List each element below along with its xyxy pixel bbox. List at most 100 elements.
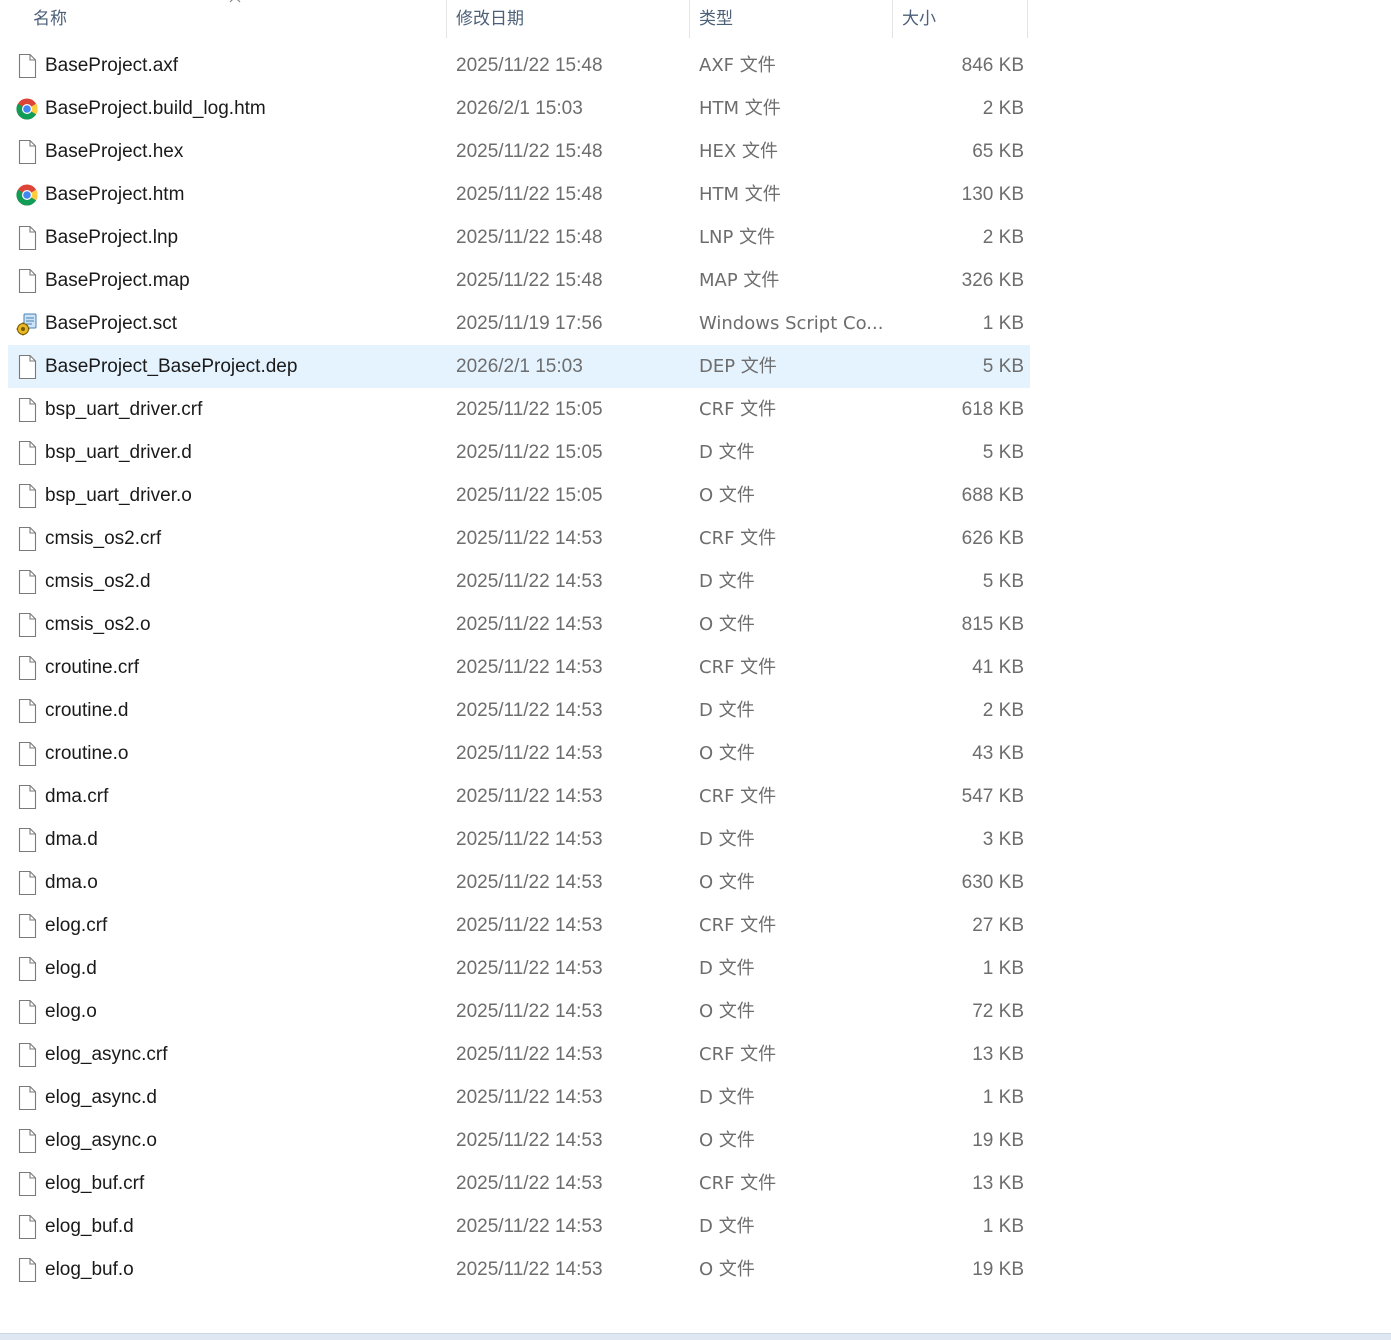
- file-date-modified: 2025/11/22 14:53: [456, 829, 603, 850]
- file-row[interactable]: elog_async.d 2025/11/22 14:53 D 文件 1 KB: [8, 1076, 1030, 1119]
- file-row[interactable]: cmsis_os2.crf 2025/11/22 14:53 CRF 文件 626 K…: [8, 517, 1030, 560]
- file-row[interactable]: bsp_uart_driver.d 2025/11/22 15:05 D 文件 5 K…: [8, 431, 1030, 474]
- file-name: BaseProject.hex: [45, 141, 184, 162]
- file-icon: [16, 1171, 38, 1197]
- file-size: 13 KB: [972, 1173, 1024, 1194]
- file-date-modified: 2025/11/22 15:48: [456, 141, 603, 162]
- file-row[interactable]: elog_buf.crf 2025/11/22 14:53 CRF 文件 13 KB: [8, 1162, 1030, 1205]
- file-type: O 文件: [699, 1001, 755, 1022]
- status-bar-edge: [0, 1333, 1391, 1340]
- file-explorer-details-view: 名称 修改日期 类型 大小 BaseProject.axf 2025/11/22 …: [0, 0, 1391, 1340]
- file-name: bsp_uart_driver.d: [45, 442, 192, 463]
- script-icon: [16, 311, 38, 337]
- column-header-date-modified[interactable]: 修改日期: [447, 0, 690, 38]
- file-type: O 文件: [699, 872, 755, 893]
- file-icon: [16, 870, 38, 896]
- column-header-bar: 名称 修改日期 类型 大小: [0, 0, 1028, 38]
- file-date-modified: 2025/11/22 14:53: [456, 1130, 603, 1151]
- column-header-name[interactable]: 名称: [0, 0, 447, 38]
- file-icon: [16, 1128, 38, 1154]
- file-date-modified: 2025/11/22 14:53: [456, 571, 603, 592]
- file-icon: [16, 526, 38, 552]
- file-icon: [16, 913, 38, 939]
- file-date-modified: 2025/11/22 14:53: [456, 743, 603, 764]
- file-date-modified: 2025/11/22 15:05: [456, 485, 603, 506]
- file-row[interactable]: BaseProject.lnp 2025/11/22 15:48 LNP 文件 2 K…: [8, 216, 1030, 259]
- file-row[interactable]: dma.d 2025/11/22 14:53 D 文件 3 KB: [8, 818, 1030, 861]
- file-date-modified: 2025/11/22 15:48: [456, 55, 603, 76]
- file-row[interactable]: croutine.d 2025/11/22 14:53 D 文件 2 KB: [8, 689, 1030, 732]
- file-icon: [16, 1214, 38, 1240]
- file-name: elog.o: [45, 1001, 97, 1022]
- file-type: O 文件: [699, 1130, 755, 1151]
- file-row[interactable]: BaseProject.build_log.htm 2026/2/1 15:03 H…: [8, 87, 1030, 130]
- file-size: 5 KB: [982, 571, 1024, 592]
- file-row[interactable]: dma.crf 2025/11/22 14:53 CRF 文件 547 KB: [8, 775, 1030, 818]
- file-row[interactable]: elog_buf.o 2025/11/22 14:53 O 文件 19 KB: [8, 1248, 1030, 1291]
- file-row[interactable]: cmsis_os2.d 2025/11/22 14:53 D 文件 5 KB: [8, 560, 1030, 603]
- file-type: D 文件: [699, 1087, 755, 1108]
- file-date-modified: 2025/11/22 14:53: [456, 1087, 603, 1108]
- file-date-modified: 2025/11/22 15:48: [456, 270, 603, 291]
- file-size: 2 KB: [982, 700, 1024, 721]
- file-row[interactable]: elog_async.o 2025/11/22 14:53 O 文件 19 KB: [8, 1119, 1030, 1162]
- file-row[interactable]: BaseProject.sct 2025/11/19 17:56 Windows S…: [8, 302, 1030, 345]
- file-name: BaseProject.build_log.htm: [45, 98, 266, 119]
- file-row[interactable]: elog_async.crf 2025/11/22 14:53 CRF 文件 13 K…: [8, 1033, 1030, 1076]
- file-row[interactable]: dma.o 2025/11/22 14:53 O 文件 630 KB: [8, 861, 1030, 904]
- file-row[interactable]: BaseProject.axf 2025/11/22 15:48 AXF 文件 846…: [8, 44, 1030, 87]
- file-name: elog_async.o: [45, 1130, 157, 1151]
- file-row[interactable]: bsp_uart_driver.crf 2025/11/22 15:05 CRF 文…: [8, 388, 1030, 431]
- file-name: croutine.o: [45, 743, 129, 764]
- file-row[interactable]: elog.d 2025/11/22 14:53 D 文件 1 KB: [8, 947, 1030, 990]
- file-name: cmsis_os2.crf: [45, 528, 162, 549]
- file-row[interactable]: elog.crf 2025/11/22 14:53 CRF 文件 27 KB: [8, 904, 1030, 947]
- file-type: O 文件: [699, 614, 755, 635]
- file-size: 65 KB: [972, 141, 1024, 162]
- file-size: 19 KB: [972, 1130, 1024, 1151]
- file-date-modified: 2025/11/22 14:53: [456, 1173, 603, 1194]
- file-date-modified: 2025/11/22 14:53: [456, 657, 603, 678]
- file-row[interactable]: elog.o 2025/11/22 14:53 O 文件 72 KB: [8, 990, 1030, 1033]
- file-row[interactable]: BaseProject_BaseProject.dep 2026/2/1 15:0…: [8, 345, 1030, 388]
- file-icon: [16, 53, 38, 79]
- file-size: 326 KB: [961, 270, 1024, 291]
- column-header-type[interactable]: 类型: [690, 0, 893, 38]
- file-row[interactable]: elog_buf.d 2025/11/22 14:53 D 文件 1 KB: [8, 1205, 1030, 1248]
- file-icon: [16, 225, 38, 251]
- file-icon: [16, 483, 38, 509]
- file-icon: [16, 612, 38, 638]
- file-row[interactable]: BaseProject.hex 2025/11/22 15:48 HEX 文件 65 …: [8, 130, 1030, 173]
- file-type: CRF 文件: [699, 1173, 777, 1194]
- file-size: 41 KB: [972, 657, 1024, 678]
- file-size: 1 KB: [982, 313, 1024, 334]
- file-size: 2 KB: [982, 227, 1024, 248]
- file-name: BaseProject.map: [45, 270, 190, 291]
- file-name: elog_buf.o: [45, 1259, 134, 1280]
- column-header-size[interactable]: 大小: [893, 0, 1028, 38]
- file-row[interactable]: cmsis_os2.o 2025/11/22 14:53 O 文件 815 KB: [8, 603, 1030, 646]
- file-size: 19 KB: [972, 1259, 1024, 1280]
- file-row[interactable]: croutine.crf 2025/11/22 14:53 CRF 文件 41 KB: [8, 646, 1030, 689]
- file-name: elog.crf: [45, 915, 108, 936]
- file-size: 43 KB: [972, 743, 1024, 764]
- file-size: 72 KB: [972, 1001, 1024, 1022]
- file-date-modified: 2025/11/22 14:53: [456, 915, 603, 936]
- file-row[interactable]: BaseProject.htm 2025/11/22 15:48 HTM 文件 130…: [8, 173, 1030, 216]
- file-icon: [16, 956, 38, 982]
- file-row[interactable]: croutine.o 2025/11/22 14:53 O 文件 43 KB: [8, 732, 1030, 775]
- file-date-modified: 2025/11/22 14:53: [456, 614, 603, 635]
- file-name: elog.d: [45, 958, 97, 979]
- file-date-modified: 2025/11/22 14:53: [456, 1044, 603, 1065]
- file-size: 1 KB: [982, 958, 1024, 979]
- file-name: elog_async.d: [45, 1087, 157, 1108]
- file-icon: [16, 827, 38, 853]
- file-row[interactable]: bsp_uart_driver.o 2025/11/22 15:05 O 文件 688…: [8, 474, 1030, 517]
- file-size: 1 KB: [982, 1087, 1024, 1108]
- file-type: MAP 文件: [699, 270, 780, 291]
- file-date-modified: 2025/11/22 15:05: [456, 399, 603, 420]
- file-date-modified: 2025/11/22 14:53: [456, 1216, 603, 1237]
- file-row[interactable]: BaseProject.map 2025/11/22 15:48 MAP 文件 326…: [8, 259, 1030, 302]
- file-icon: [16, 999, 38, 1025]
- file-date-modified: 2025/11/22 15:48: [456, 184, 603, 205]
